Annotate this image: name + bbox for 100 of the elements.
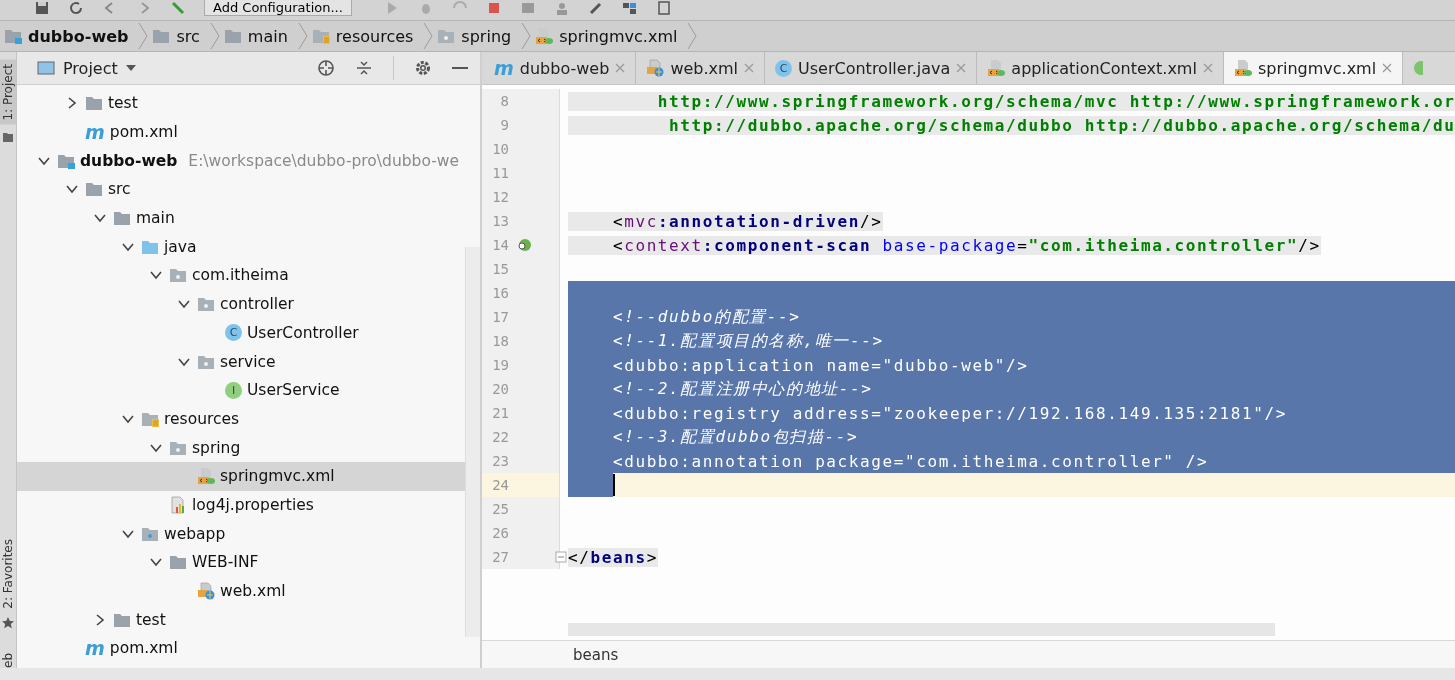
breadcrumb-item[interactable]: dubbo-web — [0, 21, 149, 51]
package-folder-icon — [169, 267, 187, 284]
chevron-icon — [423, 21, 434, 51]
tree-item[interactable]: spring — [17, 433, 465, 462]
line-number: 8 — [499, 93, 509, 109]
maven-icon: m — [85, 123, 105, 142]
tree-item[interactable]: C UserController — [17, 318, 465, 348]
locate-icon[interactable] — [317, 59, 335, 77]
interface-icon: I — [225, 381, 242, 399]
line-number: 11 — [491, 165, 509, 181]
web-xml-icon — [197, 582, 215, 601]
package-folder-icon — [169, 439, 187, 456]
folder-icon — [113, 611, 131, 628]
tree-item[interactable]: controller — [17, 289, 465, 319]
breadcrumb-item[interactable]: beans — [573, 646, 619, 664]
editor-tab[interactable]: m dubbo-web — [484, 52, 637, 84]
chevron-icon — [521, 21, 532, 51]
tree-item[interactable]: springmvc.xml — [17, 461, 465, 491]
tree-item[interactable]: resources — [17, 404, 465, 434]
maven-icon: m — [85, 639, 105, 658]
module-folder-icon — [57, 152, 75, 169]
tree-item[interactable]: test — [17, 89, 465, 118]
tree-item[interactable]: webapp — [17, 519, 465, 548]
editor-tab[interactable]: applicationContext.xml — [977, 52, 1224, 84]
text-caret — [613, 474, 615, 496]
save-icon[interactable] — [34, 1, 50, 15]
breadcrumb-item[interactable]: springmvc.xml — [531, 21, 698, 51]
web-xml-icon — [646, 59, 665, 77]
line-number: 10 — [491, 141, 509, 157]
refresh-icon[interactable] — [68, 1, 84, 15]
chevron-icon — [297, 21, 308, 51]
project-view-icon — [37, 60, 55, 76]
folder-icon — [113, 210, 131, 227]
folder-icon — [169, 554, 187, 571]
favorites-tool-button[interactable]: 2: Favorites — [0, 535, 16, 613]
package-folder-icon — [437, 28, 456, 44]
properties-file-icon — [169, 495, 187, 514]
code-line: <!--2.配置注册中心的地址--> — [611, 378, 873, 400]
line-number: 14 — [491, 237, 509, 253]
module-path: E:\workspace\dubbo-pro\dubbo-we — [188, 151, 459, 170]
tree-item[interactable]: main — [17, 203, 465, 233]
chevron-icon — [138, 21, 149, 51]
line-number: 20 — [491, 381, 509, 397]
collapse-all-icon[interactable] — [355, 59, 373, 77]
line-number: 27 — [491, 549, 509, 565]
breadcrumb-item[interactable]: main — [219, 21, 308, 51]
settings-icon[interactable] — [414, 59, 432, 77]
project-tool-button[interactable]: 1: Project — [0, 60, 16, 125]
tree-item[interactable]: I UserService — [17, 375, 465, 405]
chevron-icon — [209, 21, 220, 51]
editor-tab[interactable]: web.xml — [636, 52, 766, 84]
line-number: 23 — [491, 453, 509, 469]
project-view-dropdown[interactable]: Project — [31, 57, 142, 79]
editor-tab[interactable]: C UserController.java — [765, 52, 978, 84]
editor-tab[interactable]: springmvc.xml — [1223, 52, 1404, 84]
line-number: 26 — [491, 525, 509, 541]
close-icon[interactable] — [1382, 63, 1393, 73]
tree-item[interactable]: WEB-INF — [17, 548, 465, 577]
breadcrumb-item[interactable]: src — [148, 21, 220, 51]
line-number: 22 — [491, 429, 509, 445]
tree-item[interactable]: src — [17, 175, 465, 204]
tree-item[interactable]: test — [17, 605, 465, 635]
resource-folder-icon — [141, 410, 159, 427]
line-number: 12 — [491, 189, 509, 205]
chevron-icon — [687, 21, 698, 51]
line-number: 24 — [491, 477, 509, 493]
tree-item[interactable]: dubbo-web E:\workspace\dubbo-pro\dubbo-we — [17, 146, 465, 176]
bean-marker-icon[interactable] — [516, 237, 532, 253]
caret-icon — [125, 65, 136, 71]
code-line: <!--3.配置dubbo包扫描--> — [611, 426, 859, 448]
fold-marker-icon[interactable] — [555, 551, 567, 563]
code-line: <dubbo:annotation package="com.itheima.controller" /> — [611, 451, 1209, 471]
resource-folder-icon — [311, 28, 330, 44]
minimize-icon[interactable] — [452, 66, 468, 70]
layout-icon[interactable] — [621, 1, 638, 15]
folder-icon — [2, 130, 14, 143]
tree-item[interactable]: java — [17, 232, 465, 262]
folder-icon — [85, 181, 103, 198]
tree-item[interactable]: m pom.xml — [17, 634, 465, 663]
module-folder-icon — [4, 28, 22, 44]
tree-item[interactable]: com.itheima — [17, 261, 465, 290]
breadcrumb-item[interactable]: resources — [307, 21, 434, 51]
folder-icon — [152, 28, 171, 44]
folder-icon — [223, 28, 242, 44]
tree-item[interactable]: service — [17, 347, 465, 376]
class-icon: C — [225, 324, 242, 342]
code-line: <!--dubbo的配置--> — [611, 306, 801, 328]
line-number: 13 — [491, 213, 509, 229]
line-number: 25 — [491, 501, 509, 517]
breadcrumb-item[interactable]: spring — [433, 21, 532, 51]
tree-item[interactable]: web.xml — [17, 576, 465, 606]
line-number: 16 — [491, 285, 509, 301]
folder-icon — [85, 95, 103, 112]
floppy-icon[interactable] — [655, 1, 672, 15]
line-number: 9 — [499, 117, 509, 133]
run-configuration-dropdown[interactable]: Add Configuration... — [204, 0, 352, 16]
tree-item[interactable]: m pom.xml — [17, 117, 465, 147]
tree-item[interactable]: log4j.properties — [17, 490, 465, 520]
scrollbar-thumb[interactable] — [465, 247, 480, 637]
web-tool-button[interactable]: eb — [1, 651, 15, 668]
